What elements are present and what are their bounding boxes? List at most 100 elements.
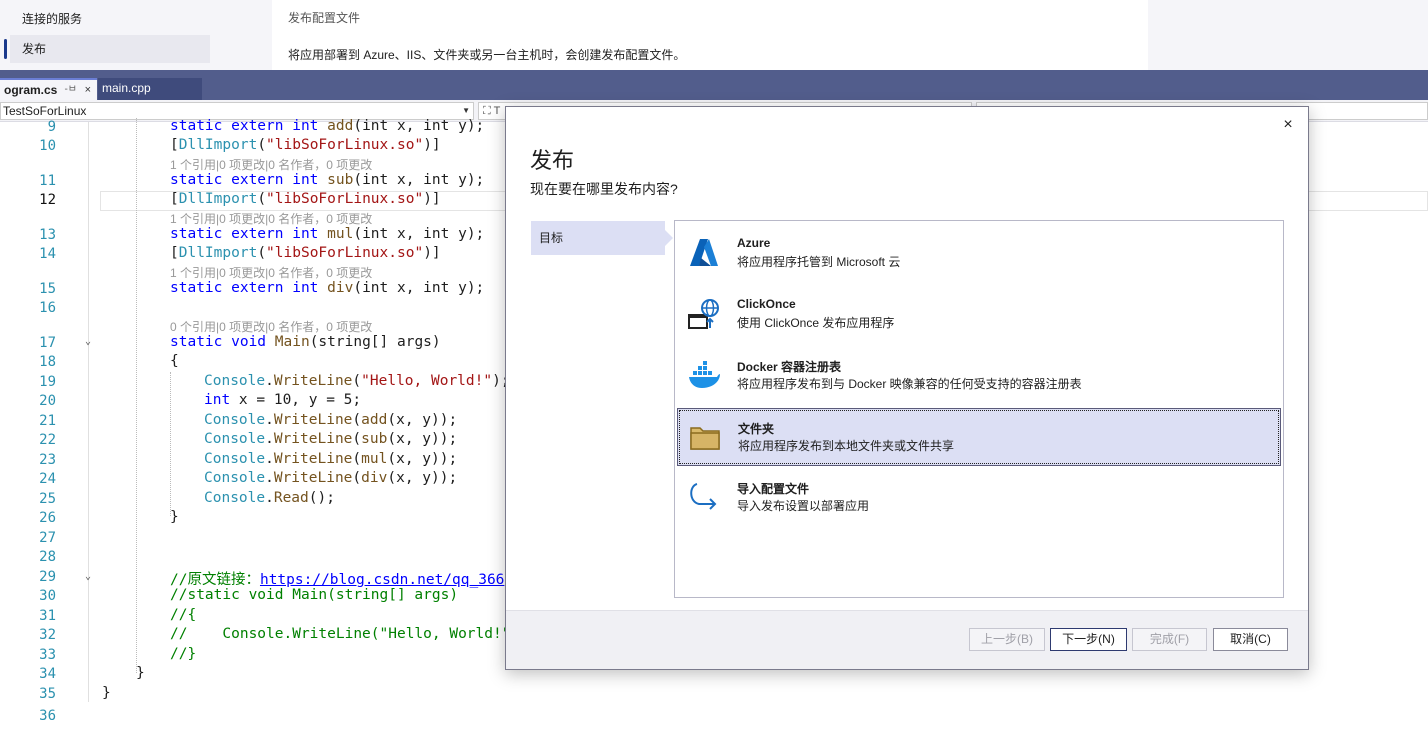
line-number: 31 <box>39 608 56 624</box>
line-number: 9 <box>47 119 56 135</box>
line-number: 36 <box>39 708 56 724</box>
code-line: static extern int add(int x, int y); <box>170 118 485 134</box>
code-line: //{ <box>170 607 197 623</box>
previous-button[interactable]: 上一步(B) <box>969 628 1045 651</box>
line-number: 12 <box>39 192 56 208</box>
project-name: TestSoForLinux <box>3 104 87 118</box>
source-link[interactable]: https://blog.csdn.net/qq_366 <box>260 572 504 588</box>
code-lens[interactable]: 1 个引用|0 项更改|0 名作者，0 项更改 <box>170 264 372 281</box>
nav-item-connected-services[interactable]: 连接的服务 <box>10 5 210 33</box>
line-number: 28 <box>39 549 56 565</box>
azure-icon <box>690 239 718 266</box>
target-name: Azure <box>737 236 771 250</box>
line-number: 30 <box>39 588 56 604</box>
code-line: } <box>136 665 145 681</box>
target-name: 导入配置文件 <box>737 482 810 496</box>
publish-settings-panel: 连接的服务 发布 发布配置文件 将应用部署到 Azure、IIS、文件夹或另一台… <box>0 0 1428 70</box>
line-number: 26 <box>39 510 56 526</box>
code-lens[interactable]: 1 个引用|0 项更改|0 名作者，0 项更改 <box>170 210 372 227</box>
line-number: 19 <box>39 374 56 390</box>
line-number: 15 <box>39 281 56 297</box>
code-line: Console.WriteLine(mul(x, y)); <box>204 451 458 467</box>
line-number: 29 <box>39 569 56 585</box>
code-line: [DllImport("libSoForLinux.so")] <box>170 137 441 153</box>
target-name: ClickOnce <box>737 297 796 311</box>
line-number: 32 <box>39 627 56 643</box>
publish-dialog: × 发布 现在要在哪里发布内容? 目标 Azure 将应用程序托管到 Micro… <box>505 106 1309 670</box>
line-number: 33 <box>39 647 56 663</box>
dialog-subtitle: 现在要在哪里发布内容? <box>530 181 678 197</box>
nav-item-publish[interactable]: 发布 <box>4 35 210 63</box>
code-line: static extern int div(int x, int y); <box>170 280 485 296</box>
document-tab-strip: ogram.cs -ㅂ × main.cpp <box>0 70 1428 100</box>
line-number: 14 <box>39 246 56 262</box>
line-number: 13 <box>39 227 56 243</box>
indent-guide <box>136 118 137 673</box>
code-line: Console.WriteLine(sub(x, y)); <box>204 431 458 447</box>
finish-button[interactable]: 完成(F) <box>1132 628 1207 651</box>
collapse-icon[interactable]: ⌄ <box>82 571 94 583</box>
code-line: int x = 10, y = 5; <box>204 392 362 408</box>
cancel-button[interactable]: 取消(C) <box>1213 628 1288 651</box>
dialog-footer: 上一步(B) 下一步(N) 完成(F) 取消(C) <box>506 610 1308 669</box>
class-icon: ⛶ <box>483 105 491 117</box>
line-number: 24 <box>39 471 56 487</box>
target-description: 将应用程序发布到与 Docker 映像兼容的任何受支持的容器注册表 <box>737 377 1082 391</box>
indent-guide <box>170 372 171 516</box>
docker-icon <box>689 361 720 388</box>
code-line: static void Main(string[] args) <box>170 334 441 350</box>
code-line: } <box>170 509 179 525</box>
line-number: 11 <box>39 173 56 189</box>
line-number: 22 <box>39 432 56 448</box>
target-import-profile[interactable]: 导入配置文件 导入发布设置以部署应用 <box>677 469 1281 527</box>
dialog-title: 发布 <box>530 148 575 173</box>
target-name: Docker 容器注册表 <box>737 360 842 374</box>
wizard-step-target[interactable]: 目标 <box>531 221 673 255</box>
line-number: 10 <box>39 138 56 154</box>
target-folder[interactable]: 文件夹 将应用程序发布到本地文件夹或文件共享 <box>677 408 1281 466</box>
line-number: 34 <box>39 666 56 682</box>
code-line: Console.WriteLine("Hello, World!"); <box>204 373 510 389</box>
publish-target-list: Azure 将应用程序托管到 Microsoft 云 ClickOnce 使用 … <box>674 220 1284 598</box>
target-description: 将应用程序托管到 Microsoft 云 <box>737 255 901 269</box>
code-lens[interactable]: 1 个引用|0 项更改|0 名作者，0 项更改 <box>170 156 372 173</box>
target-description: 将应用程序发布到本地文件夹或文件共享 <box>738 439 955 453</box>
line-number: 25 <box>39 491 56 507</box>
pin-icon[interactable]: -ㅂ <box>64 80 77 100</box>
next-button[interactable]: 下一步(N) <box>1050 628 1127 651</box>
collapse-icon[interactable]: ⌄ <box>82 336 94 348</box>
line-number: 27 <box>39 530 56 546</box>
panel-title: 发布配置文件 <box>288 11 361 25</box>
target-description: 使用 ClickOnce 发布应用程序 <box>737 316 895 330</box>
code-lens[interactable]: 0 个引用|0 项更改|0 名作者，0 项更改 <box>170 318 372 335</box>
code-line: { <box>170 353 179 369</box>
code-line: Console.Read(); <box>204 490 335 506</box>
code-line: [DllImport("libSoForLinux.so")] <box>170 245 441 261</box>
line-number: 16 <box>39 300 56 316</box>
code-line: //原文链接：https://blog.csdn.net/qq_366 <box>170 572 505 588</box>
target-azure[interactable]: Azure 将应用程序托管到 Microsoft 云 <box>677 225 1281 283</box>
line-number: 17 <box>39 335 56 351</box>
close-icon[interactable]: × <box>85 80 91 100</box>
code-line: static extern int sub(int x, int y); <box>170 172 485 188</box>
editor-margin <box>88 122 89 702</box>
line-number: 21 <box>39 413 56 429</box>
settings-left-nav: 连接的服务 发布 <box>0 0 272 70</box>
line-number: 20 <box>39 393 56 409</box>
target-docker[interactable]: Docker 容器注册表 将应用程序发布到与 Docker 映像兼容的任何受支持… <box>677 347 1281 405</box>
tab-program-cs[interactable]: ogram.cs -ㅂ × <box>0 78 97 100</box>
code-line: Console.WriteLine(div(x, y)); <box>204 470 458 486</box>
tab-main-cpp[interactable]: main.cpp <box>98 78 202 100</box>
code-line: static extern int mul(int x, int y); <box>170 226 485 242</box>
line-number: 23 <box>39 452 56 468</box>
code-line: } <box>102 685 111 701</box>
code-line: [DllImport("libSoForLinux.so")] <box>170 191 441 207</box>
dropdown-arrow-icon: ▼ <box>462 106 470 115</box>
target-clickonce[interactable]: ClickOnce 使用 ClickOnce 发布应用程序 <box>677 286 1281 344</box>
close-icon[interactable]: × <box>1280 117 1296 133</box>
target-name: 文件夹 <box>738 422 775 436</box>
target-description: 导入发布设置以部署应用 <box>737 499 870 513</box>
code-line: // Console.WriteLine("Hello, World!" <box>170 626 511 642</box>
panel-description: 将应用部署到 Azure、IIS、文件夹或另一台主机时，会创建发布配置文件。 <box>288 48 686 62</box>
tab-label: ogram.cs <box>4 83 58 97</box>
